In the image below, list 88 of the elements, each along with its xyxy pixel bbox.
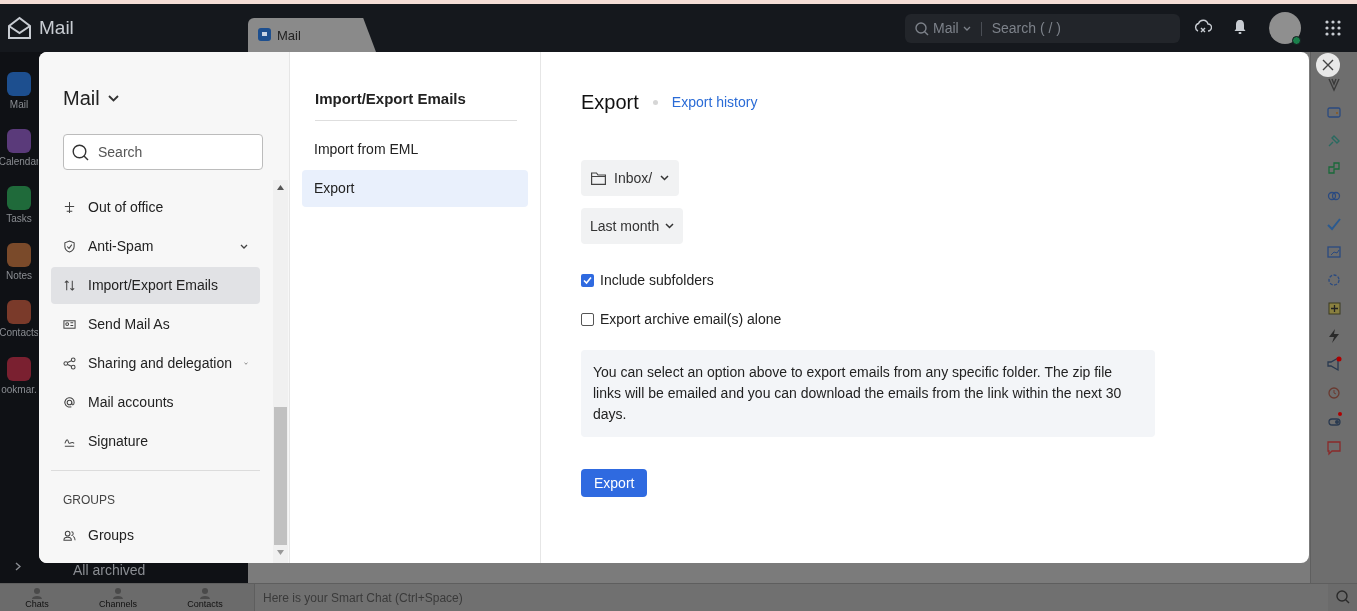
scroll-down-arrow-icon[interactable] <box>277 550 284 555</box>
app-label[interactable]: Tasks <box>6 213 32 225</box>
menu-item-icon <box>63 201 76 214</box>
app-icon[interactable] <box>7 243 31 267</box>
workflow-icon[interactable] <box>1326 160 1342 176</box>
expand-caret-icon[interactable] <box>240 244 248 249</box>
caret-icon <box>962 25 971 32</box>
group-heading: GROUPS <box>63 492 116 509</box>
envelope-logo-icon <box>7 16 32 40</box>
bottom-tab[interactable]: Chats <box>25 586 49 609</box>
megaphone-icon[interactable] <box>1326 356 1342 372</box>
checkbox-label[interactable]: Export archive email(s) alone <box>600 309 782 330</box>
folder-item[interactable]: All archived <box>73 560 248 581</box>
search-icon[interactable] <box>1336 590 1350 604</box>
settings-title[interactable]: Mail <box>63 83 100 113</box>
section-menu-item[interactable]: Import from EML <box>302 130 528 168</box>
menu-item-icon <box>63 318 76 331</box>
scrollbar[interactable] <box>273 180 288 563</box>
page-title: Export <box>581 90 639 115</box>
app-label[interactable]: Calendar <box>0 156 40 168</box>
app-grid-icon[interactable] <box>1325 20 1341 36</box>
checkbox-label[interactable]: Include subfolders <box>600 270 714 291</box>
people-icon <box>111 586 124 599</box>
settings-menu-item[interactable]: Sharing and delegation <box>51 345 260 382</box>
search-field[interactable]: Search <box>63 134 263 170</box>
scroll-up-arrow-icon[interactable] <box>277 185 284 190</box>
checkmark-icon[interactable] <box>1326 216 1342 232</box>
expand-chevron-icon[interactable] <box>15 562 21 571</box>
app-icon[interactable] <box>7 72 31 96</box>
menu-item-icon <box>63 529 76 542</box>
bottom-tab[interactable]: Channels <box>98 586 137 609</box>
search-icon <box>915 21 929 36</box>
search-placeholder: Search ( / ) <box>991 19 1061 38</box>
mail-app-icon <box>258 28 271 41</box>
cloud-icon[interactable] <box>1194 19 1212 35</box>
chart-folder-icon[interactable] <box>1326 244 1342 260</box>
integrations-icon[interactable] <box>1326 76 1342 92</box>
search-bar[interactable]: Mail Search ( / ) <box>905 14 1180 43</box>
menu-item-icon <box>63 396 76 409</box>
chat-icon[interactable] <box>1326 440 1342 456</box>
note-add-icon[interactable] <box>1326 300 1342 316</box>
menu-item-icon <box>63 279 76 292</box>
folder-dropdown[interactable]: Inbox/ <box>581 160 680 196</box>
bell-icon[interactable] <box>1234 19 1246 34</box>
app-label[interactable]: Notes <box>5 270 33 282</box>
export-history-link[interactable]: Export history <box>671 91 758 113</box>
app-icon[interactable] <box>7 357 31 381</box>
check-icon <box>583 276 592 285</box>
people-icon <box>30 586 43 599</box>
app-label[interactable]: Mail <box>9 99 29 111</box>
checkbox[interactable] <box>581 274 594 287</box>
search-icon <box>72 143 89 161</box>
toggle-icon[interactable] <box>1326 412 1342 428</box>
mail-tab[interactable]: Mail <box>248 18 376 52</box>
close-icon <box>1322 59 1334 71</box>
scrollbar-thumb[interactable] <box>274 407 287 545</box>
period-dropdown[interactable]: Last month <box>581 208 684 244</box>
lightning-icon[interactable] <box>1326 328 1342 344</box>
menu-item-icon <box>63 240 76 253</box>
settings-menu-item[interactable]: Groups <box>51 517 260 554</box>
settings-menu-item[interactable]: Signature <box>51 423 260 460</box>
info-text: You can select an option above to export emails from any specific folder. The zip file links will be emailed and you can download the emails from the link within the next 30 days. <box>593 363 1123 424</box>
settings-menu-item[interactable]: Out of office <box>51 189 260 226</box>
app-icon[interactable] <box>7 186 31 210</box>
avatar[interactable] <box>1269 12 1301 44</box>
people-icon <box>199 586 212 599</box>
settings-menu-item[interactable]: Mail accounts <box>51 384 260 421</box>
app-label[interactable]: Contacts <box>0 327 39 339</box>
settings-menu-item[interactable]: Import/Export Emails <box>51 267 260 304</box>
section-title: Import/Export Emails <box>315 89 467 109</box>
menu-item-icon <box>63 357 76 370</box>
checkbox[interactable] <box>581 313 594 326</box>
alarm-clock-icon[interactable] <box>1326 384 1342 400</box>
export-button[interactable]: Export <box>581 469 648 497</box>
caret-icon[interactable] <box>107 94 119 102</box>
wallet-icon[interactable] <box>1326 104 1342 120</box>
search-scope[interactable]: Mail <box>933 18 959 39</box>
settings-menu-item[interactable]: Anti-Spam <box>51 228 260 265</box>
app-label[interactable]: ookmar. <box>1 384 37 396</box>
app-icon[interactable] <box>7 300 31 324</box>
caret-icon <box>660 175 670 181</box>
app-name: Mail <box>39 15 74 40</box>
section-menu-item[interactable]: Export <box>302 169 528 207</box>
bottom-tab[interactable]: Contacts <box>187 586 223 609</box>
app-icon[interactable] <box>7 129 31 153</box>
settings-menu-item[interactable]: Send Mail As <box>51 306 260 343</box>
folder-icon <box>591 171 606 185</box>
caret-icon <box>665 223 675 229</box>
